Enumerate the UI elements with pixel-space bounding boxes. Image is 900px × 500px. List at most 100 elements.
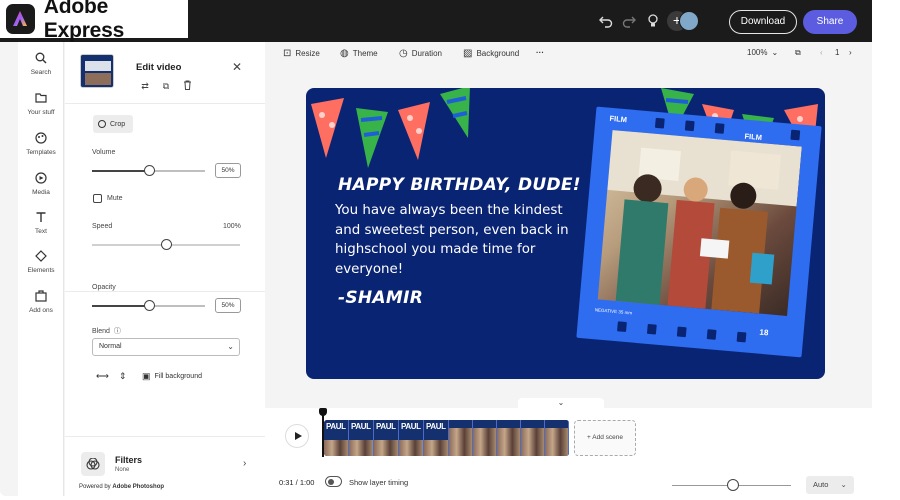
opacity-slider-thumb[interactable] bbox=[143, 300, 155, 311]
clip-label: PAUL bbox=[426, 422, 446, 431]
rail-item-templates[interactable]: Templates bbox=[18, 132, 64, 156]
film-label: FILM bbox=[744, 131, 763, 143]
timeline-clip[interactable]: PAUL PAUL PAUL PAUL PAUL bbox=[324, 420, 569, 456]
perforation bbox=[654, 117, 665, 129]
filters-title[interactable]: Filters bbox=[115, 455, 142, 465]
more-icon[interactable]: ··· bbox=[536, 48, 544, 57]
prev-page-icon[interactable]: ‹ bbox=[820, 48, 823, 57]
zoom-select[interactable]: 100% ⌄ bbox=[747, 48, 778, 57]
duplicate-icon[interactable]: ⧉ bbox=[160, 80, 172, 92]
flip-vertical-icon[interactable]: ⇕ bbox=[119, 371, 127, 382]
add-scene-button[interactable]: + Add scene bbox=[574, 420, 636, 456]
powered-by-brand: Adobe Photoshop bbox=[112, 484, 165, 490]
app-window: Adobe Express + Download Share Search Yo… bbox=[0, 0, 872, 496]
pages-icon[interactable]: ⧉ bbox=[795, 48, 801, 58]
card-signature[interactable]: -SHAMIR bbox=[338, 288, 423, 308]
crop-icon bbox=[98, 120, 106, 128]
blend-select[interactable]: Normal ⌄ bbox=[92, 338, 240, 356]
card-heading[interactable]: HAPPY BIRTHDAY, DUDE! bbox=[338, 175, 581, 195]
chevron-right-icon[interactable]: › bbox=[243, 458, 246, 469]
card-body-text[interactable]: You have always been the kindest and swe… bbox=[335, 201, 570, 279]
close-icon[interactable]: ✕ bbox=[232, 60, 242, 74]
perforation bbox=[646, 323, 657, 335]
toggle-knob bbox=[328, 478, 334, 485]
mute-checkbox[interactable] bbox=[93, 194, 102, 203]
flip-horizontal-icon[interactable]: ⟷ bbox=[96, 371, 109, 382]
delete-icon[interactable] bbox=[181, 80, 193, 92]
show-layer-timing-toggle[interactable] bbox=[325, 476, 342, 487]
blend-label-row: Blend ⓘ bbox=[92, 326, 121, 336]
clip-frame-photo bbox=[349, 440, 373, 456]
resize-button[interactable]: ⊡ Resize bbox=[283, 48, 320, 59]
adobe-express-logo-icon bbox=[6, 4, 35, 34]
redo-icon[interactable] bbox=[620, 12, 638, 30]
background-icon: ▨ bbox=[463, 48, 473, 59]
zoom-value: 100% bbox=[747, 48, 768, 57]
lightbulb-icon[interactable] bbox=[644, 12, 662, 30]
clip-frame-photo bbox=[374, 440, 398, 456]
download-button[interactable]: Download bbox=[729, 10, 797, 34]
clip-label: PAUL bbox=[401, 422, 421, 431]
volume-slider-thumb[interactable] bbox=[143, 165, 155, 176]
blend-value: Normal bbox=[99, 343, 122, 350]
left-rail: Search Your stuff Templates Media Text E… bbox=[18, 42, 64, 496]
brand[interactable]: Adobe Express bbox=[0, 0, 188, 42]
rail-item-search[interactable]: Search bbox=[18, 52, 64, 76]
duration-label: Duration bbox=[411, 49, 442, 58]
background-button[interactable]: ▨ Background bbox=[463, 48, 519, 59]
crop-button[interactable]: Crop bbox=[93, 115, 133, 133]
chevron-down-icon: ⌄ bbox=[840, 480, 847, 489]
auto-select[interactable]: Auto ⌄ bbox=[806, 476, 854, 494]
filters-icon[interactable] bbox=[81, 452, 105, 476]
rail-item-your-stuff[interactable]: Your stuff bbox=[18, 92, 64, 116]
collapse-timeline-icon[interactable]: ⌄ bbox=[518, 398, 604, 408]
clock-icon: ◷ bbox=[399, 48, 408, 59]
perforation bbox=[676, 326, 687, 338]
auto-label: Auto bbox=[813, 480, 829, 489]
rail-item-text[interactable]: Text bbox=[18, 211, 64, 235]
play-icon bbox=[294, 432, 302, 440]
clip-frame: PAUL bbox=[324, 420, 349, 456]
fill-background-label: Fill background bbox=[154, 373, 202, 380]
timecode: 0:31 / 1:00 bbox=[279, 478, 315, 487]
share-button[interactable]: Share bbox=[803, 10, 857, 34]
rail-label: Your stuff bbox=[27, 109, 55, 116]
theme-button[interactable]: ◍ Theme bbox=[340, 48, 378, 59]
rail-label: Text bbox=[35, 228, 47, 235]
fill-background-icon: ▣ bbox=[142, 371, 151, 381]
canvas-toolbar: ⊡ Resize ◍ Theme ◷ Duration ▨ Background… bbox=[265, 42, 872, 68]
playhead[interactable] bbox=[322, 409, 324, 457]
play-button[interactable] bbox=[285, 424, 309, 448]
opacity-slider-fill bbox=[92, 305, 149, 307]
duration-button[interactable]: ◷ Duration bbox=[399, 48, 442, 59]
page-number: 1 bbox=[835, 48, 840, 57]
fill-background-button[interactable]: ▣ Fill background bbox=[142, 371, 202, 382]
chevron-down-icon: ⌄ bbox=[771, 48, 779, 57]
clip-frame bbox=[521, 420, 545, 456]
speed-slider-thumb[interactable] bbox=[161, 239, 172, 250]
clip-label: PAUL bbox=[376, 422, 396, 431]
opacity-value[interactable]: 50% bbox=[215, 298, 241, 313]
clip-label: PAUL bbox=[351, 422, 371, 431]
design-card[interactable]: HAPPY BIRTHDAY, DUDE! You have always be… bbox=[306, 88, 825, 379]
replace-icon[interactable]: ⇄ bbox=[139, 80, 151, 92]
rail-item-add-ons[interactable]: Add ons bbox=[18, 290, 64, 314]
undo-icon[interactable] bbox=[597, 12, 615, 30]
rail-item-elements[interactable]: Elements bbox=[18, 250, 64, 274]
next-page-icon[interactable]: › bbox=[849, 48, 852, 57]
rail-item-media[interactable]: Media bbox=[18, 172, 64, 196]
clip-frame-photo bbox=[473, 428, 496, 456]
timeline-zoom-thumb[interactable] bbox=[727, 479, 739, 491]
collaborators[interactable]: + bbox=[667, 11, 699, 31]
rail-label: Media bbox=[32, 189, 50, 196]
media-icon bbox=[18, 172, 64, 186]
clip-frame: PAUL bbox=[374, 420, 399, 456]
filters-value: None bbox=[115, 467, 130, 473]
volume-label: Volume bbox=[92, 149, 116, 156]
perforation bbox=[790, 129, 801, 141]
palette-icon: ◍ bbox=[340, 48, 349, 59]
film-frame[interactable]: FILM FILM NEGATIVE 35 mm 18 bbox=[576, 106, 822, 358]
avatar[interactable] bbox=[679, 11, 699, 31]
info-icon[interactable]: ⓘ bbox=[114, 328, 121, 335]
volume-value[interactable]: 50% bbox=[215, 163, 241, 178]
